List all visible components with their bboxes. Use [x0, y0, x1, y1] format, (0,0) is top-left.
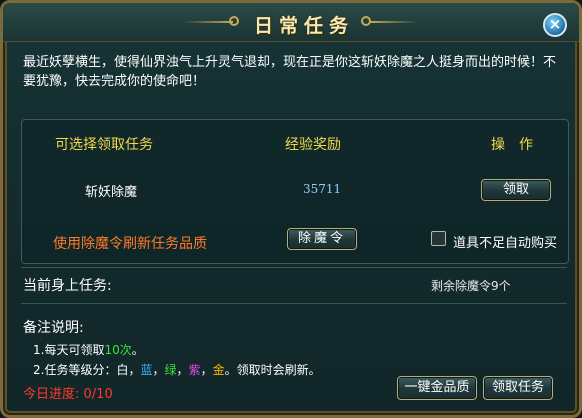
refresh-label: 使用除魔令刷新任务品质: [53, 236, 207, 252]
grade-0: 白: [116, 363, 129, 377]
chumoling-button[interactable]: 除魔令: [287, 228, 357, 250]
daily-task-window: 日常任务 × 最近妖孽横生，使得仙界浊气上升灵气退却，现在正是你这斩妖除魔之人挺…: [0, 0, 582, 418]
intro-text: 最近妖孽横生，使得仙界浊气上升灵气退却，现在正是你这斩妖除魔之人挺身而出的时候！…: [23, 55, 557, 89]
accept-task-button[interactable]: 领取任务: [483, 376, 553, 400]
note-line-2-prefix: 2.任务等级分：: [33, 363, 117, 377]
task-name: 斩妖除魔: [85, 185, 138, 200]
grade-separator: ，: [128, 363, 141, 377]
note-line-2: 2.任务等级分：白，蓝，绿，紫，金。领取时会刷新。: [33, 361, 321, 378]
grade-separator: ，: [176, 363, 189, 377]
header-action: 操 作: [491, 137, 533, 153]
auto-buy-label: 道具不足自动购买: [453, 236, 558, 251]
remaining-count: 剩余除魔令9个: [431, 279, 511, 293]
task-reward: 35711: [303, 182, 342, 196]
title-ornament-dot-left: [229, 16, 239, 26]
grade-separator: ，: [200, 363, 213, 377]
note-line-1-prefix: 1.每天可领取: [33, 343, 105, 357]
title-ornament-left: [183, 21, 233, 23]
title-ornament-right: [369, 21, 419, 23]
header-task: 可选择领取任务: [55, 137, 153, 153]
close-icon[interactable]: ×: [543, 13, 567, 37]
progress-value: 0/10: [83, 387, 113, 402]
window-title: 日常任务: [253, 15, 354, 37]
grade-4: 金: [212, 363, 225, 377]
daily-count: 10次: [104, 343, 132, 357]
progress-label: 今日进度:: [23, 387, 80, 402]
divider-top: [21, 267, 567, 268]
today-progress: 今日进度: 0/10: [23, 383, 113, 402]
note-line-2-suffix: 。领取时会刷新。: [224, 363, 321, 377]
note-line-1-suffix: 。: [131, 343, 144, 357]
grade-2: 绿: [164, 363, 177, 377]
note-line-1: 1.每天可领取10次。: [33, 341, 144, 358]
grade-separator: ，: [152, 363, 165, 377]
grade-3: 紫: [188, 363, 201, 377]
current-task-label: 当前身上任务:: [23, 278, 112, 294]
one-click-gold-button[interactable]: 一键金品质: [397, 376, 477, 400]
accept-row-button[interactable]: 领取: [481, 179, 551, 201]
auto-buy-checkbox[interactable]: [431, 231, 446, 246]
title-bar: 日常任务 ×: [3, 3, 579, 42]
grade-1: 蓝: [140, 363, 153, 377]
notes-title: 备注说明:: [23, 320, 84, 336]
divider-bottom: [21, 303, 567, 304]
grade-list: 白，蓝，绿，紫，金: [116, 363, 224, 377]
header-reward: 经验奖励: [285, 137, 341, 153]
